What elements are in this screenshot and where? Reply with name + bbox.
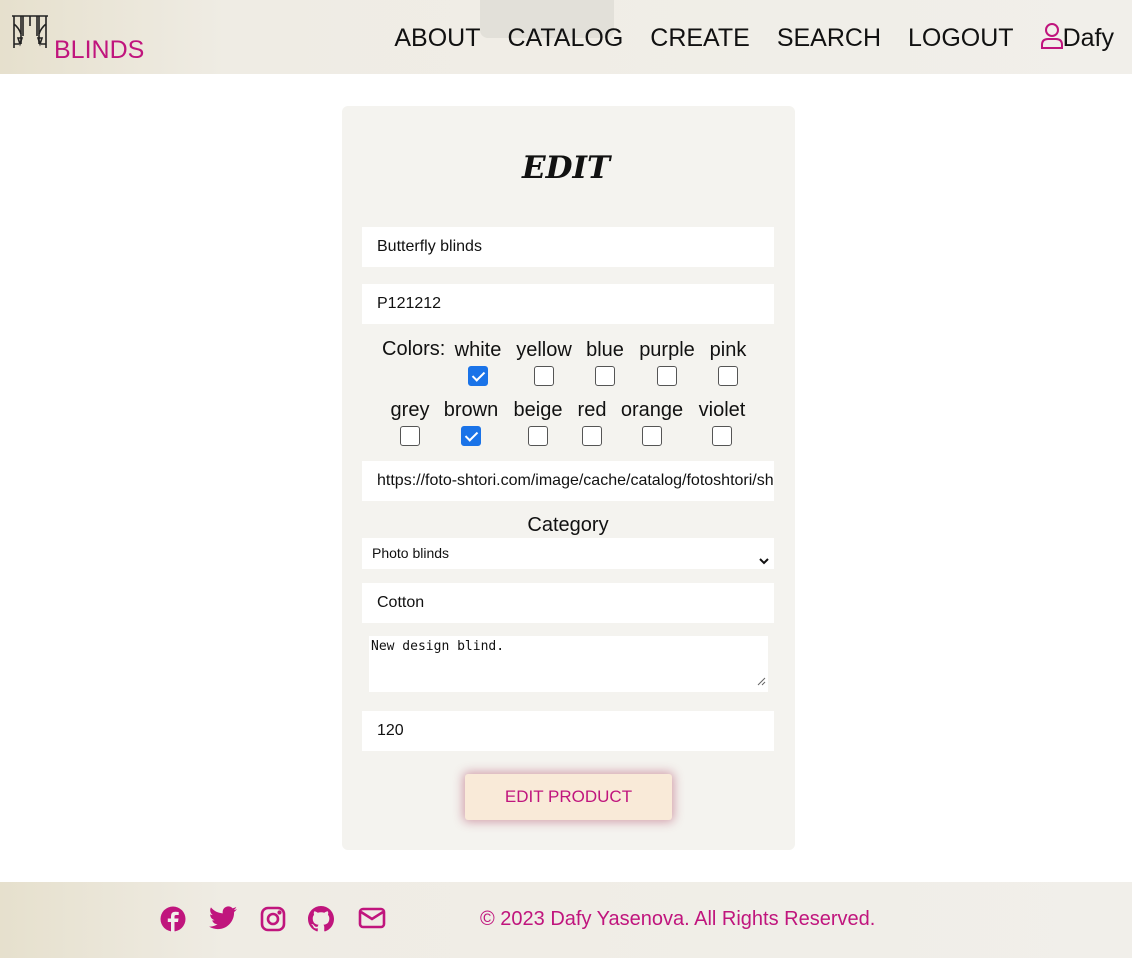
edit-product-button[interactable]: EDIT PRODUCT	[465, 774, 672, 820]
color-checkbox-purple[interactable]	[657, 366, 677, 386]
color-label: white	[454, 339, 502, 361]
category-selected-value: Photo blinds	[372, 545, 450, 561]
nav-logout[interactable]: LOGOUT	[908, 22, 1014, 54]
color-option-yellow: yellow	[513, 338, 575, 386]
color-checkbox-grey[interactable]	[400, 426, 420, 446]
logo[interactable]: BLINDS	[10, 14, 144, 63]
category-select[interactable]: Photo blinds	[362, 538, 774, 569]
color-option-pink: pink	[706, 338, 750, 386]
color-option-purple: purple	[636, 338, 698, 386]
main-nav: ABOUT CATALOG CREATE SEARCH LOGOUT Dafy	[367, 22, 1114, 54]
color-option-brown: brown	[441, 398, 501, 446]
envelope-icon[interactable]	[358, 906, 386, 934]
color-checkbox-violet[interactable]	[712, 426, 732, 446]
curtains-icon	[10, 14, 50, 57]
color-option-blue: blue	[583, 338, 627, 386]
color-label: yellow	[516, 339, 572, 361]
color-label: purple	[639, 339, 695, 361]
category-label: Category	[527, 514, 609, 536]
color-label: beige	[513, 399, 563, 421]
nav-catalog[interactable]: CATALOG	[508, 22, 624, 54]
description-textarea[interactable]: New design blind.	[369, 636, 768, 692]
logo-text: BLINDS	[54, 36, 145, 64]
color-checkbox-yellow[interactable]	[534, 366, 554, 386]
material-input[interactable]: Cotton	[362, 583, 774, 623]
color-checkbox-pink[interactable]	[718, 366, 738, 386]
nav-about[interactable]: ABOUT	[394, 22, 480, 54]
color-label: violet	[698, 399, 746, 421]
colors-label: Colors:	[382, 338, 446, 360]
user-icon	[1040, 22, 1063, 54]
description-text: New design blind.	[371, 639, 505, 654]
image-url-input[interactable]: https://foto-shtori.com/image/cache/cata…	[362, 461, 774, 501]
color-label: pink	[709, 339, 747, 361]
github-icon[interactable]	[308, 906, 336, 934]
site-footer: © 2023 Dafy Yasenova. All Rights Reserve…	[0, 882, 1132, 958]
color-label: brown	[443, 399, 499, 421]
color-option-violet: violet	[694, 398, 750, 446]
color-checkbox-orange[interactable]	[642, 426, 662, 446]
color-option-beige: beige	[510, 398, 566, 446]
product-name-input[interactable]: Butterfly blinds	[362, 227, 774, 267]
color-checkbox-brown[interactable]	[461, 426, 481, 446]
color-option-orange: orange	[618, 398, 686, 446]
color-label: blue	[586, 339, 624, 361]
copyright-text: © 2023 Dafy Yasenova. All Rights Reserve…	[480, 908, 876, 930]
color-checkbox-white[interactable]	[468, 366, 488, 386]
color-label: red	[577, 399, 607, 421]
color-checkbox-beige[interactable]	[528, 426, 548, 446]
color-label: orange	[620, 399, 684, 421]
form-title: EDIT	[521, 150, 611, 186]
nav-create[interactable]: CREATE	[650, 22, 750, 54]
color-checkbox-blue[interactable]	[595, 366, 615, 386]
color-option-grey: grey	[387, 398, 433, 446]
twitter-icon[interactable]	[209, 906, 237, 934]
product-code-input[interactable]: P121212	[362, 284, 774, 324]
instagram-icon[interactable]	[260, 906, 288, 934]
resize-handle-icon[interactable]	[757, 675, 766, 690]
price-input[interactable]: 120	[362, 711, 774, 751]
user-profile-link[interactable]: Dafy	[1040, 22, 1114, 54]
facebook-icon[interactable]	[160, 906, 188, 934]
nav-search[interactable]: SEARCH	[777, 22, 881, 54]
user-name: Dafy	[1062, 24, 1114, 52]
color-label: grey	[390, 399, 430, 421]
chevron-down-icon	[758, 547, 770, 578]
color-option-red: red	[574, 398, 610, 446]
site-header: BLINDS ABOUT CATALOG CREATE SEARCH LOGOU…	[0, 0, 1132, 74]
color-checkbox-red[interactable]	[582, 426, 602, 446]
color-option-white: white	[451, 338, 505, 386]
